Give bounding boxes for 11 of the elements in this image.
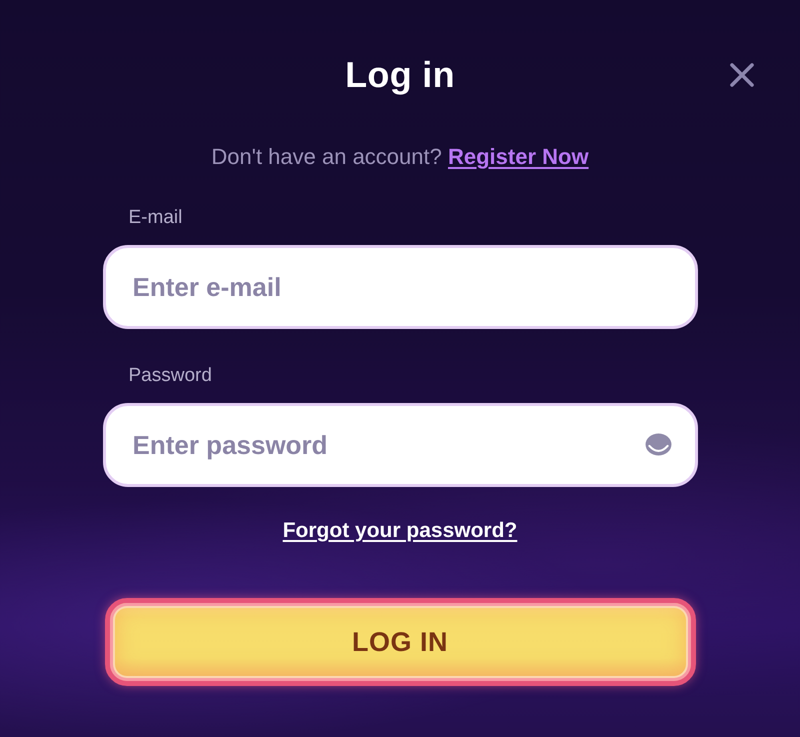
email-field[interactable]: Enter e-mail [102,245,698,329]
forgot-password-link[interactable]: Forgot your password? [282,517,518,545]
register-link[interactable]: Register Now [448,144,589,169]
dialog-title: Log in [345,53,455,97]
register-prompt: Don't have an account? [211,144,442,169]
password-field[interactable]: Enter password [102,403,698,487]
password-label: Password [128,364,212,388]
eye-icon[interactable] [644,433,672,456]
email-label: E-mail [128,206,182,230]
close-icon[interactable] [729,62,755,88]
login-button[interactable]: LOG IN [104,598,696,686]
